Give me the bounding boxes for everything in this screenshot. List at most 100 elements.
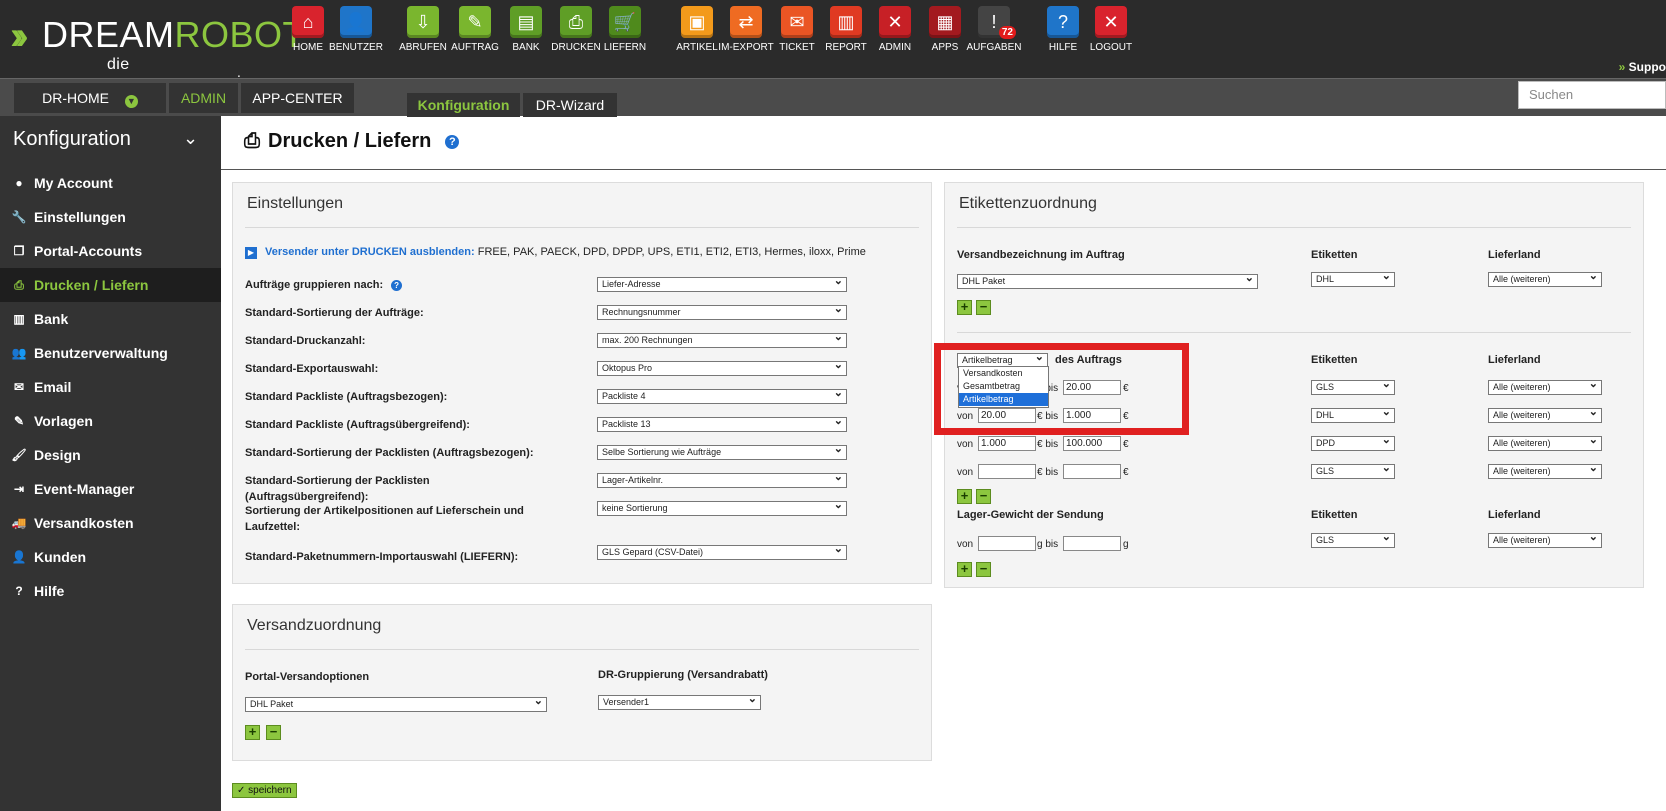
divider (957, 227, 1631, 228)
einstellungen-title: Einstellungen (247, 195, 344, 212)
sidebar-title[interactable]: Konfiguration ⌄ (13, 128, 198, 151)
toolbar-abrufen-button[interactable]: ⇩ ABRUFEN (393, 6, 453, 56)
copy-icon: ❐ (13, 244, 25, 258)
setting-select[interactable]: GLS Gepard (CSV-Datei) (597, 545, 847, 560)
sidebar-item-my-account[interactable]: ● My Account (0, 166, 221, 200)
sidebar-item-design[interactable]: 🖌 Design (0, 438, 221, 472)
sidebar-item-event-manager[interactable]: ⇥ Event-Manager (0, 472, 221, 506)
sidebar-item-portal-accounts[interactable]: ❐ Portal-Accounts (0, 234, 221, 268)
logo-chevron-icon: ›› (10, 14, 28, 58)
download-icon: ⇩ (407, 6, 439, 38)
betrag-to-input[interactable]: 100.000 (1063, 436, 1121, 451)
remove-row-button[interactable]: − (976, 489, 991, 504)
lieferland-select[interactable]: Alle (weiteren) (1488, 464, 1602, 479)
versandbezeichnung-select[interactable]: DHL Paket (957, 274, 1258, 289)
dropdown-option[interactable]: Gesamtbetrag (959, 380, 1048, 393)
setting-select[interactable]: Lager-Artikelnr. (597, 473, 847, 488)
gewicht-from-input[interactable] (978, 536, 1036, 551)
dr-gruppierung-select[interactable]: Versender1 (598, 695, 761, 710)
add-row-button[interactable]: + (245, 725, 260, 740)
toolbar-aufgaben-button[interactable]: ! AUFGABEN 72 (964, 6, 1024, 56)
help-icon[interactable]: ? (391, 280, 403, 291)
printer-icon: ⎙ (14, 278, 24, 292)
dropdown-option[interactable]: Versandkosten (959, 367, 1048, 380)
versender-ausblenden-label[interactable]: Versender unter DRUCKEN ausblenden: (265, 246, 475, 258)
dreamrobot-logo[interactable]: ›› DREAMROBOT die e.commerce.wawi (10, 12, 305, 92)
search-input[interactable]: Suchen (1518, 81, 1666, 109)
remove-row-button[interactable]: − (976, 562, 991, 577)
gewicht-to-input[interactable] (1063, 536, 1121, 551)
etiketten-label: Etiketten (1311, 249, 1358, 261)
g-bis-label: g bis (1037, 539, 1059, 550)
etiketten-select[interactable]: GLS (1311, 464, 1395, 479)
etiketten-select[interactable]: GLS (1311, 533, 1395, 548)
lieferland-select[interactable]: Alle (weiteren) (1488, 272, 1602, 287)
etiketten-select[interactable]: GLS (1311, 380, 1395, 395)
lieferland-select[interactable]: Alle (weiteren) (1488, 533, 1602, 548)
setting-select[interactable]: Packliste 13 (597, 417, 847, 432)
setting-select[interactable]: Rechnungsnummer (597, 305, 847, 320)
setting-select[interactable]: Packliste 4 (597, 389, 847, 404)
divider (957, 332, 1631, 333)
logout-icon: ✕ (1095, 6, 1127, 38)
setting-select[interactable]: max. 200 Rechnungen (597, 333, 847, 348)
edit-icon: ✎ (13, 414, 25, 428)
lieferland-label: Lieferland (1488, 354, 1541, 366)
sidebar-item-benutzerverwaltung[interactable]: 👥 Benutzerverwaltung (0, 336, 221, 370)
setting-select[interactable]: Selbe Sortierung wie Aufträge (597, 445, 847, 460)
betrag-type-dropdown-list[interactable]: Versandkosten Gesamtbetrag Artikelbetrag (958, 366, 1049, 408)
sidebar-item-label: Benutzerverwaltung (34, 345, 168, 361)
sidebar-item-label: My Account (34, 175, 113, 191)
sidebar-item-versandkosten[interactable]: 🚚 Versandkosten (0, 506, 221, 540)
lieferland-select[interactable]: Alle (weiteren) (1488, 408, 1602, 423)
etiketten-select[interactable]: DHL (1311, 272, 1395, 287)
bank-icon: ▤ (510, 6, 542, 38)
einstellungen-panel: Einstellungen ▶ Versender unter DRUCKEN a… (232, 182, 932, 584)
setting-label: Standard-Sortierung der Packlisten (Auft… (245, 447, 534, 459)
etiketten-select[interactable]: DPD (1311, 436, 1395, 451)
sidebar-item-label: Portal-Accounts (34, 243, 143, 259)
betrag-to-input[interactable] (1063, 464, 1121, 479)
toolbar-benutzer-button[interactable]: 👤 BENUTZER (326, 6, 386, 56)
toolbar-logout-button[interactable]: ✕ LOGOUT (1081, 6, 1141, 56)
setting-select[interactable]: keine Sortierung (597, 501, 847, 516)
subtab-konfiguration[interactable]: Konfiguration (407, 93, 520, 117)
tab-dr-home[interactable]: DR-HOME ▼ (14, 83, 166, 113)
portal-versandoption-select[interactable]: DHL Paket (245, 697, 547, 712)
sidebar-item-vorlagen[interactable]: ✎ Vorlagen (0, 404, 221, 438)
add-row-button[interactable]: + (957, 300, 972, 315)
help-icon[interactable]: ? (445, 135, 460, 149)
add-row-button[interactable]: + (957, 562, 972, 577)
user-icon: 👤 (340, 6, 372, 38)
lieferland-select[interactable]: Alle (weiteren) (1488, 380, 1602, 395)
lieferland-select[interactable]: Alle (weiteren) (1488, 436, 1602, 451)
etiketten-select[interactable]: DHL (1311, 408, 1395, 423)
sidebar-item-label: Drucken / Liefern (34, 277, 149, 293)
support-link[interactable]: » Suppo (1619, 60, 1666, 74)
add-row-button[interactable]: + (957, 489, 972, 504)
sidebar-item-einstellungen[interactable]: 🔧 Einstellungen (0, 200, 221, 234)
collapse-chevron-icon[interactable]: ⌄ (183, 128, 198, 149)
sidebar-item-email[interactable]: ✉ Email (0, 370, 221, 404)
save-button[interactable]: ✓ speichern (232, 783, 297, 798)
subtab-dr-wizard[interactable]: DR-Wizard (523, 93, 617, 117)
sidebar-item-bank[interactable]: ▥ Bank (0, 302, 221, 336)
versandzuordnung-title: Versandzuordnung (247, 617, 382, 634)
expand-icon[interactable]: ▶ (245, 247, 257, 259)
sidebar-item-hilfe[interactable]: ? Hilfe (0, 574, 221, 608)
tab-app-center[interactable]: APP-CENTER (241, 83, 354, 113)
betrag-from-input[interactable] (978, 464, 1036, 479)
setting-select[interactable]: Oktopus Pro (597, 361, 847, 376)
dr-gruppierung-label: DR-Gruppierung (Versandrabatt) (598, 669, 768, 681)
remove-row-button[interactable]: − (976, 300, 991, 315)
betrag-from-input[interactable]: 1.000 (978, 436, 1036, 451)
sidebar-item-drucken-liefern[interactable]: ⎙ Drucken / Liefern (0, 268, 221, 302)
setting-select[interactable]: Liefer-Adresse (597, 277, 847, 292)
toolbar-liefern-button[interactable]: 🛒 LIEFERN (595, 6, 655, 56)
remove-row-button[interactable]: − (266, 725, 281, 740)
sidebar-item-kunden[interactable]: 👤 Kunden (0, 540, 221, 574)
dropdown-option[interactable]: Artikelbetrag (959, 393, 1048, 406)
setting-label: Standard-Sortierung der Aufträge: (245, 307, 424, 319)
tab-admin[interactable]: ADMIN (169, 83, 238, 113)
lieferland-label: Lieferland (1488, 249, 1541, 261)
